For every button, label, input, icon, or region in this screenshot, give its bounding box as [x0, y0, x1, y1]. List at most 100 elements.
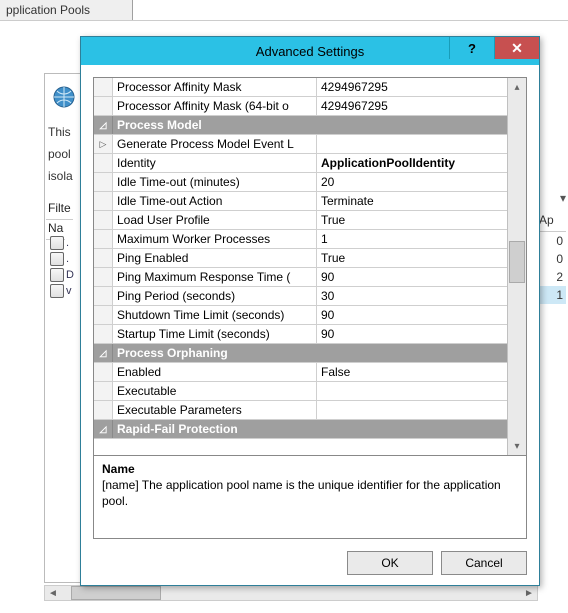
- expand-gutter: [94, 382, 113, 400]
- category-label: Rapid-Fail Protection: [113, 420, 507, 438]
- property-row[interactable]: Ping Period (seconds)30: [94, 287, 507, 306]
- expand-gutter: [94, 230, 113, 248]
- scroll-thumb[interactable]: [509, 241, 525, 283]
- property-name: Load User Profile: [113, 211, 317, 229]
- scroll-track[interactable]: [508, 96, 526, 437]
- cancel-button[interactable]: Cancel: [441, 551, 527, 575]
- expand-gutter: [94, 325, 113, 343]
- expand-gutter: [94, 401, 113, 419]
- property-name: Idle Time-out Action: [113, 192, 317, 210]
- scroll-right-icon[interactable]: ►: [521, 586, 537, 600]
- property-row[interactable]: Processor Affinity Mask (64-bit o4294967…: [94, 97, 507, 116]
- expand-gutter: [94, 173, 113, 191]
- property-value[interactable]: 4294967295: [317, 80, 507, 94]
- col-header-ap[interactable]: Ap: [536, 209, 566, 232]
- expand-gutter: ◿: [94, 116, 113, 134]
- property-name: Ping Enabled: [113, 249, 317, 267]
- property-value[interactable]: True: [317, 251, 507, 265]
- expand-gutter: [94, 363, 113, 381]
- ok-button[interactable]: OK: [347, 551, 433, 575]
- list-item[interactable]: .: [46, 251, 84, 267]
- property-name: Enabled: [113, 363, 317, 381]
- help-button[interactable]: ?: [449, 37, 495, 59]
- collapse-icon[interactable]: ◿: [100, 120, 107, 131]
- scroll-track[interactable]: [61, 586, 521, 600]
- vertical-scrollbar[interactable]: ▴ ▾: [507, 78, 526, 455]
- property-row[interactable]: Idle Time-out (minutes)20: [94, 173, 507, 192]
- property-name: Processor Affinity Mask (64-bit o: [113, 97, 317, 115]
- scroll-thumb[interactable]: [71, 586, 161, 600]
- category-header[interactable]: ◿ Process Orphaning: [94, 344, 507, 363]
- property-row[interactable]: Executable Parameters: [94, 401, 507, 420]
- property-value[interactable]: 90: [317, 327, 507, 341]
- category-label: Process Model: [113, 116, 507, 134]
- property-value[interactable]: ApplicationPoolIdentity: [317, 156, 507, 170]
- description-text: [name] The application pool name is the …: [102, 476, 518, 509]
- property-name: Ping Maximum Response Time (: [113, 268, 317, 286]
- property-row[interactable]: Shutdown Time Limit (seconds)90: [94, 306, 507, 325]
- close-button[interactable]: ✕: [495, 37, 539, 59]
- collapse-icon[interactable]: ◿: [100, 424, 107, 435]
- property-value[interactable]: 30: [317, 289, 507, 303]
- property-row[interactable]: ▷Generate Process Model Event L: [94, 135, 507, 154]
- property-row[interactable]: IdentityApplicationPoolIdentity: [94, 154, 507, 173]
- property-value[interactable]: Terminate: [317, 194, 507, 208]
- property-description: Name [name] The application pool name is…: [93, 456, 527, 539]
- property-value[interactable]: 90: [317, 308, 507, 322]
- scroll-down-icon[interactable]: ▾: [508, 437, 526, 455]
- list-item[interactable]: D: [46, 267, 84, 283]
- horizontal-scrollbar[interactable]: ◄ ►: [44, 585, 538, 601]
- property-row[interactable]: Executable: [94, 382, 507, 401]
- list-item[interactable]: .: [46, 235, 84, 251]
- background-left-fragments: This pool isola Filte Na . . D v: [46, 121, 84, 299]
- category-header[interactable]: ◿ Rapid-Fail Protection: [94, 420, 507, 439]
- property-row[interactable]: Ping EnabledTrue: [94, 249, 507, 268]
- property-value[interactable]: True: [317, 213, 507, 227]
- scroll-up-icon[interactable]: ▴: [508, 78, 526, 96]
- category-label: Process Orphaning: [113, 344, 507, 362]
- property-name: Processor Affinity Mask: [113, 78, 317, 96]
- property-name: Shutdown Time Limit (seconds): [113, 306, 317, 324]
- apppool-icon: [50, 252, 64, 266]
- category-header[interactable]: ◿ Process Model: [94, 116, 507, 135]
- property-row[interactable]: Idle Time-out ActionTerminate: [94, 192, 507, 211]
- property-value[interactable]: False: [317, 365, 507, 379]
- apppool-icon: [50, 284, 64, 298]
- app-pool-list: . . D v: [46, 235, 84, 299]
- property-row[interactable]: Processor Affinity Mask4294967295: [94, 78, 507, 97]
- list-item[interactable]: v: [46, 283, 84, 299]
- close-icon: ✕: [511, 40, 523, 57]
- expand-gutter: [94, 268, 113, 286]
- property-row[interactable]: Ping Maximum Response Time (90: [94, 268, 507, 287]
- property-name: Startup Time Limit (seconds): [113, 325, 317, 343]
- expand-gutter: [94, 211, 113, 229]
- property-row[interactable]: EnabledFalse: [94, 363, 507, 382]
- apppool-icon: [50, 268, 64, 282]
- property-name: Idle Time-out (minutes): [113, 173, 317, 191]
- property-name: Ping Period (seconds): [113, 287, 317, 305]
- property-name: Executable Parameters: [113, 401, 317, 419]
- property-name: Executable: [113, 382, 317, 400]
- description-name: Name: [102, 462, 518, 476]
- background-tab: pplication Pools: [0, 0, 133, 21]
- scroll-left-icon[interactable]: ◄: [45, 586, 61, 600]
- property-value[interactable]: 1: [317, 232, 507, 246]
- expand-icon[interactable]: ▷: [100, 139, 107, 150]
- property-grid: Processor Affinity Mask4294967295Process…: [93, 77, 527, 456]
- property-row[interactable]: Maximum Worker Processes1: [94, 230, 507, 249]
- property-value[interactable]: 20: [317, 175, 507, 189]
- dialog-buttons: OK Cancel: [93, 539, 527, 575]
- property-name: Maximum Worker Processes: [113, 230, 317, 248]
- dialog-titlebar[interactable]: Advanced Settings ? ✕: [81, 37, 539, 65]
- expand-gutter: [94, 249, 113, 267]
- expand-gutter: [94, 78, 113, 96]
- expand-gutter: ◿: [94, 344, 113, 362]
- expand-gutter: [94, 287, 113, 305]
- property-name: Identity: [113, 154, 317, 172]
- property-row[interactable]: Startup Time Limit (seconds)90: [94, 325, 507, 344]
- collapse-icon[interactable]: ◿: [100, 348, 107, 359]
- property-value[interactable]: 4294967295: [317, 99, 507, 113]
- property-value[interactable]: 90: [317, 270, 507, 284]
- background-tab-label: pplication Pools: [6, 3, 90, 17]
- property-row[interactable]: Load User ProfileTrue: [94, 211, 507, 230]
